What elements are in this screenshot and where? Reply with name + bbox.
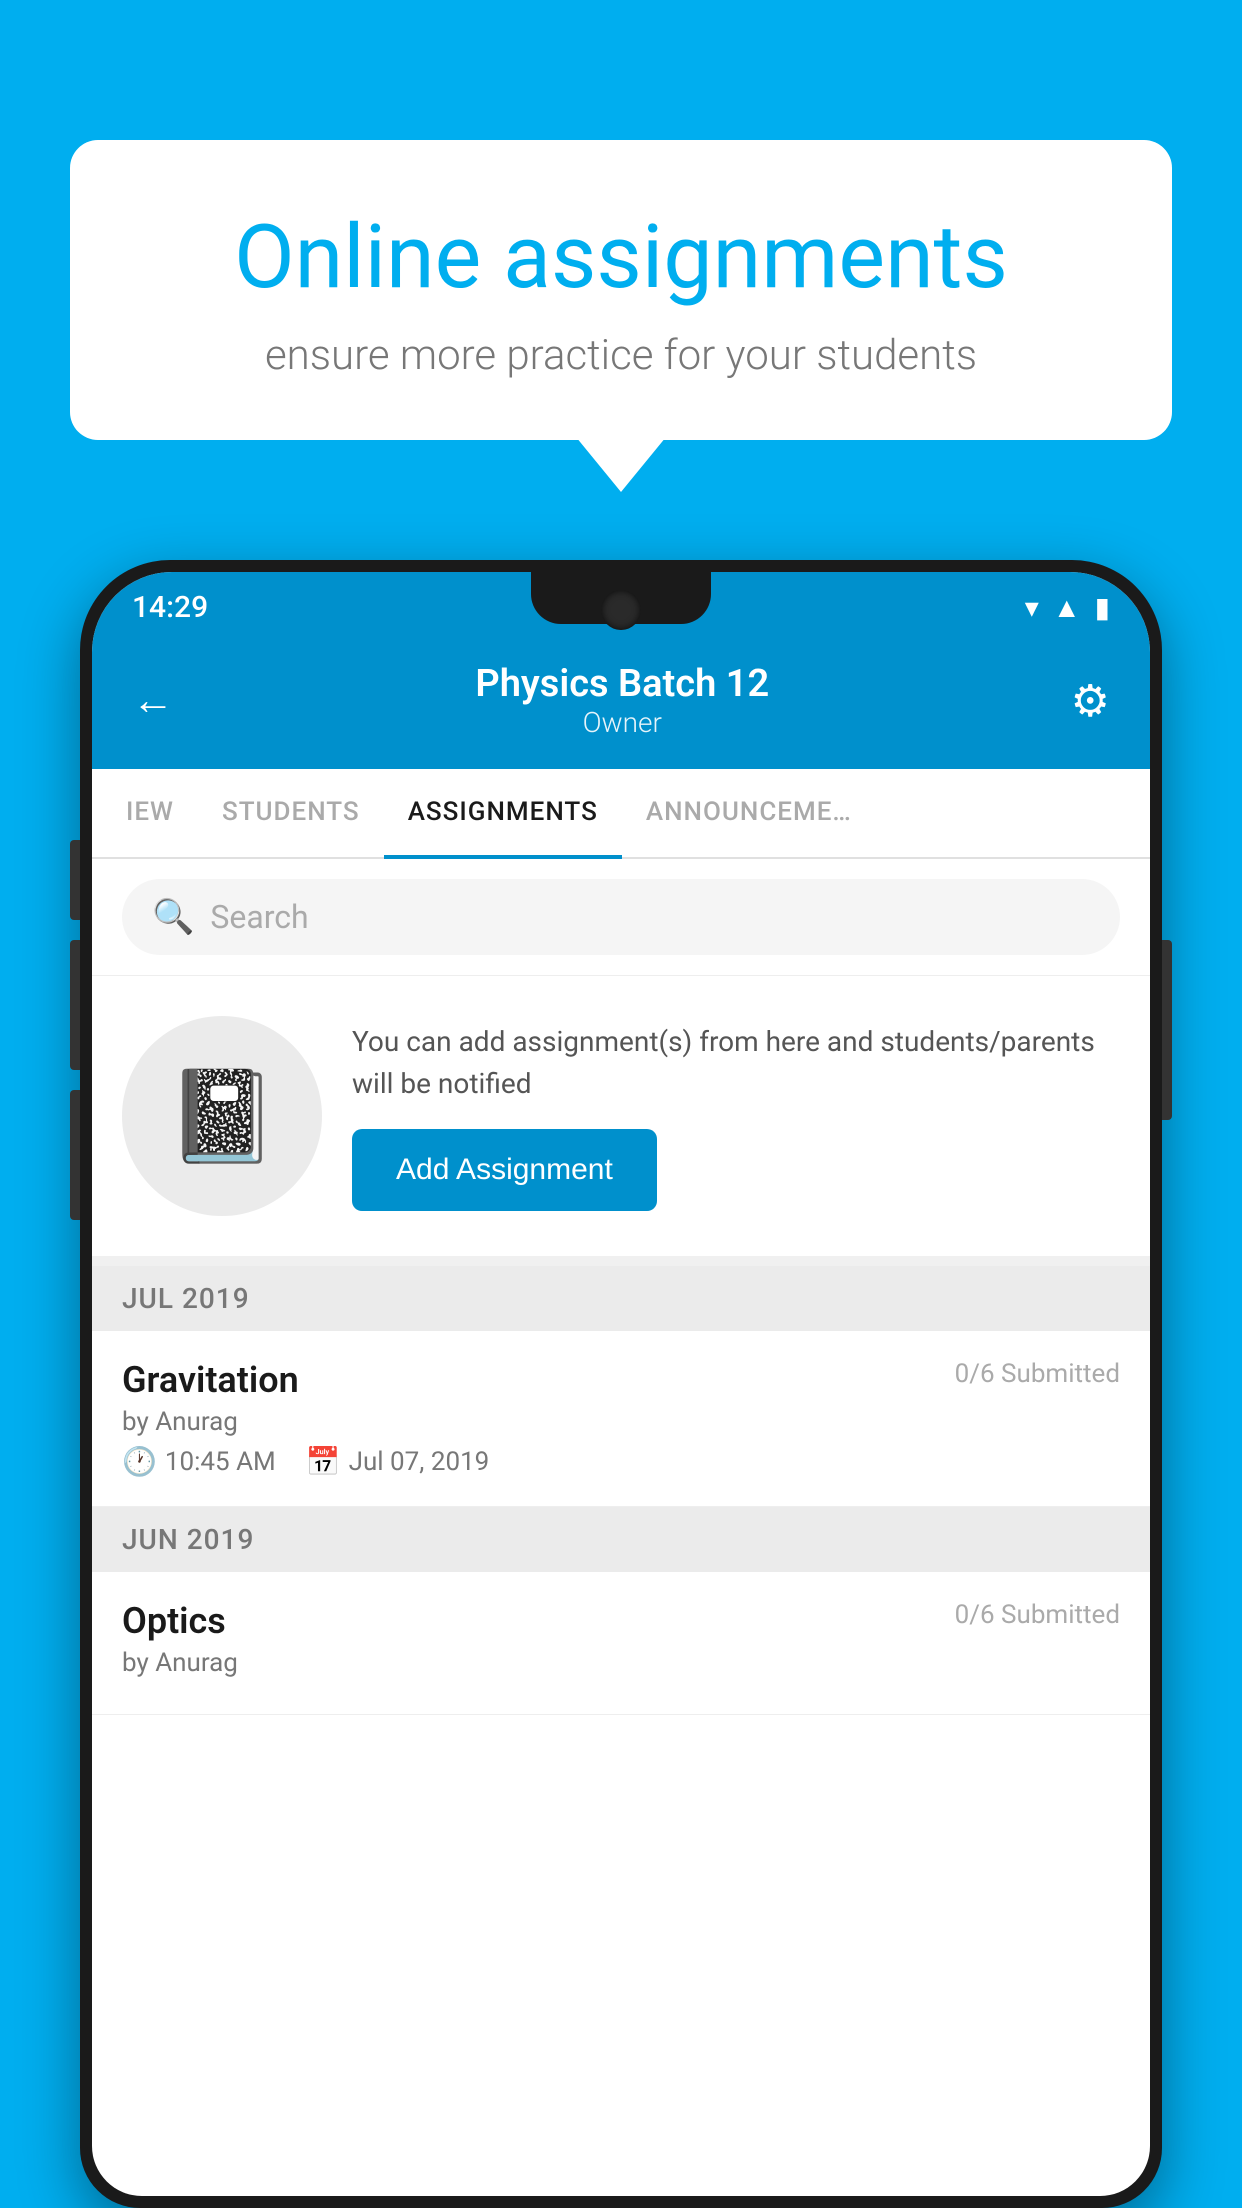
speech-bubble-container: Online assignments ensure more practice … <box>70 140 1172 440</box>
batch-subtitle: Owner <box>174 706 1071 739</box>
assignment-name-optics: Optics <box>122 1600 226 1642</box>
phone-frame: 14:29 ▾ ▲ ▮ ← Physics Batch 12 Owner ⚙ I… <box>80 560 1162 2208</box>
promo-description: You can add assignment(s) from here and … <box>352 1021 1120 1105</box>
add-assignment-button[interactable]: Add Assignment <box>352 1129 657 1211</box>
side-button-vol-up <box>70 940 80 1070</box>
clock-icon: 🕐 <box>122 1445 157 1478</box>
tab-announcements[interactable]: ANNOUNCEME… <box>622 769 876 859</box>
search-container: 🔍 Search <box>92 859 1150 976</box>
battery-icon: ▮ <box>1095 591 1110 624</box>
month-label-jul: JUL 2019 <box>122 1282 250 1315</box>
month-label-jun: JUN 2019 <box>122 1523 254 1556</box>
front-camera <box>601 590 641 630</box>
assignment-time-gravitation: 🕐 10:45 AM <box>122 1445 276 1478</box>
assignment-row-top-optics: Optics 0/6 Submitted <box>122 1600 1120 1642</box>
tab-students[interactable]: STUDENTS <box>198 769 384 859</box>
assignment-name-gravitation: Gravitation <box>122 1359 299 1401</box>
assignment-item-optics[interactable]: Optics 0/6 Submitted by Anurag <box>92 1572 1150 1715</box>
time-label-gravitation: 10:45 AM <box>165 1447 276 1477</box>
settings-icon[interactable]: ⚙ <box>1071 675 1110 727</box>
phone-notch <box>531 572 711 624</box>
back-button[interactable]: ← <box>132 676 174 725</box>
promo-block: 📓 You can add assignment(s) from here an… <box>92 976 1150 1266</box>
assignment-by-optics: by Anurag <box>122 1648 1120 1678</box>
tab-iew[interactable]: IEW <box>102 769 198 859</box>
header-title-block: Physics Batch 12 Owner <box>174 662 1071 739</box>
speech-bubble-title: Online assignments <box>150 210 1092 307</box>
notebook-icon: 📓 <box>166 1064 278 1169</box>
month-section-jul: JUL 2019 <box>92 1266 1150 1331</box>
app-header: ← Physics Batch 12 Owner ⚙ <box>92 642 1150 769</box>
assignment-row-top: Gravitation 0/6 Submitted <box>122 1359 1120 1401</box>
assignment-submitted-gravitation: 0/6 Submitted <box>955 1359 1120 1389</box>
promo-content: You can add assignment(s) from here and … <box>352 1021 1120 1211</box>
date-label-gravitation: Jul 07, 2019 <box>349 1447 490 1477</box>
calendar-icon: 📅 <box>306 1445 341 1478</box>
tabs-bar: IEW STUDENTS ASSIGNMENTS ANNOUNCEME… <box>92 769 1150 859</box>
signal-icon: ▲ <box>1053 591 1081 624</box>
status-icons: ▾ ▲ ▮ <box>1025 591 1110 624</box>
side-button-mute <box>70 840 80 920</box>
promo-icon-circle: 📓 <box>122 1016 322 1216</box>
batch-title: Physics Batch 12 <box>174 662 1071 706</box>
wifi-icon: ▾ <box>1025 591 1039 624</box>
assignment-item-gravitation[interactable]: Gravitation 0/6 Submitted by Anurag 🕐 10… <box>92 1331 1150 1507</box>
side-button-vol-down <box>70 1090 80 1220</box>
tab-assignments[interactable]: ASSIGNMENTS <box>384 769 622 859</box>
assignment-date-gravitation: 📅 Jul 07, 2019 <box>306 1445 490 1478</box>
search-icon: 🔍 <box>152 897 194 937</box>
phone-screen: 14:29 ▾ ▲ ▮ ← Physics Batch 12 Owner ⚙ I… <box>92 572 1150 2196</box>
status-time: 14:29 <box>132 590 208 625</box>
assignment-submitted-optics: 0/6 Submitted <box>955 1600 1120 1630</box>
speech-bubble-subtitle: ensure more practice for your students <box>150 331 1092 380</box>
speech-bubble: Online assignments ensure more practice … <box>70 140 1172 440</box>
search-placeholder: Search <box>210 898 308 936</box>
assignment-meta-gravitation: 🕐 10:45 AM 📅 Jul 07, 2019 <box>122 1445 1120 1478</box>
assignment-by-gravitation: by Anurag <box>122 1407 1120 1437</box>
side-button-power <box>1162 940 1172 1120</box>
month-section-jun: JUN 2019 <box>92 1507 1150 1572</box>
search-input-wrapper[interactable]: 🔍 Search <box>122 879 1120 955</box>
